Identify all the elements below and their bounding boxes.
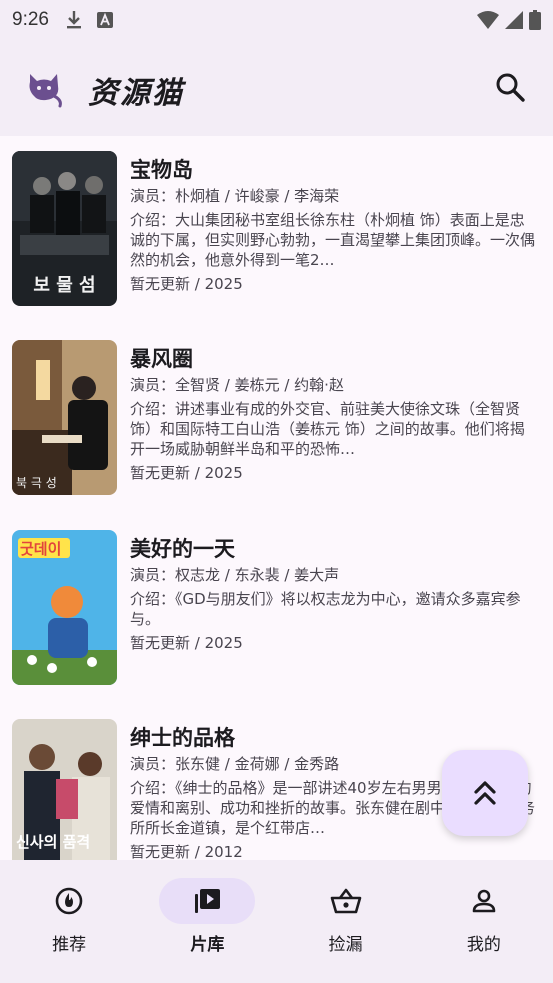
- nav-indicator: [436, 878, 532, 924]
- movie-title: 美好的一天: [130, 537, 235, 561]
- cat-logo-icon: [29, 74, 62, 108]
- nav-label: 我的: [466, 935, 501, 955]
- poster-caption: 보 물 섬: [33, 275, 96, 296]
- movie-item[interactable]: 북 극 성 暴风圈 演员：全智贤 / 姜栋元 / 约翰·赵 介绍：讲述事业有成的…: [0, 325, 553, 495]
- status-notification-icons: [65, 10, 113, 30]
- poster-caption: 북 극 성: [16, 476, 57, 490]
- font-icon: [96, 12, 113, 28]
- movie-meta: 暂无更新 / 2025: [130, 464, 243, 482]
- movie-info: 宝物岛 演员：朴炯植 / 许峻豪 / 李海荣 介绍：大山集团秘书室组长徐东柱（朴…: [130, 154, 535, 295]
- nav-label: 推荐: [52, 935, 87, 955]
- poster-caption: 신사의 품격: [16, 833, 91, 851]
- movie-poster: 북 극 성: [12, 340, 117, 495]
- movie-cast: 演员：全智贤 / 姜栋元 / 约翰·赵: [130, 376, 344, 394]
- nav-label: 捡漏: [328, 935, 363, 955]
- nav-label: 片库: [190, 935, 225, 955]
- app-bar: 资源猫: [0, 40, 553, 136]
- nav-item-bargain[interactable]: 捡漏: [277, 860, 415, 983]
- status-bar: 9:26: [0, 0, 553, 40]
- scroll-to-top-button[interactable]: [442, 750, 528, 836]
- status-time: 9:26: [12, 9, 49, 30]
- double-chevron-up-icon: [474, 781, 496, 805]
- movie-description: 介绍：讲述事业有成的外交官、前驻美大使徐文珠（全智贤 饰）和国际特工白山浩（姜栋…: [130, 400, 525, 458]
- nav-item-profile[interactable]: 我的: [415, 860, 553, 983]
- movie-meta: 暂无更新 / 2025: [130, 634, 243, 652]
- movie-cast: 演员：朴炯植 / 许峻豪 / 李海荣: [130, 187, 340, 205]
- movie-description: 介绍：《GD与朋友们》将以权志龙为中心，邀请众多嘉宾参与。: [130, 590, 521, 628]
- search-button[interactable]: [493, 70, 527, 104]
- movie-info: 美好的一天 演员：权志龙 / 东永裴 / 姜大声 介绍：《GD与朋友们》将以权志…: [130, 533, 535, 654]
- signal-icon: [505, 11, 523, 29]
- status-system-icons: [477, 10, 541, 30]
- movie-info: 暴风圈 演员：全智贤 / 姜栋元 / 约翰·赵 介绍：讲述事业有成的外交官、前驻…: [130, 343, 535, 484]
- app-title: 资源猫: [88, 76, 184, 111]
- basket-icon: [330, 888, 361, 914]
- movie-meta: 暂无更新 / 2025: [130, 275, 243, 293]
- movie-title: 暴风圈: [130, 347, 193, 371]
- person-icon: [472, 889, 496, 913]
- battery-icon: [529, 10, 541, 30]
- movie-meta: 暂无更新 / 2012: [130, 843, 243, 860]
- nav-indicator: [21, 878, 117, 924]
- recommend-icon: [55, 887, 83, 915]
- nav-indicator: [298, 878, 394, 924]
- movie-poster: 굿데이: [12, 530, 117, 685]
- movie-title: 宝物岛: [130, 158, 193, 182]
- movie-cast: 演员：权志龙 / 东永裴 / 姜大声: [130, 566, 340, 584]
- nav-indicator: [159, 878, 256, 924]
- movie-item[interactable]: 보 물 섬 宝物岛 演员：朴炯植 / 许峻豪 / 李海荣 介绍：大山集团秘书室组…: [0, 136, 553, 306]
- search-icon: [496, 73, 525, 102]
- wifi-icon: [477, 11, 499, 29]
- poster-caption: 굿데이: [20, 540, 62, 558]
- movie-poster: 신사의 품격: [12, 719, 117, 860]
- video-library-icon: [195, 889, 221, 913]
- movie-item[interactable]: 굿데이 美好的一天 演员：权志龙 / 东永裴 / 姜大声 介绍：《GD与朋友们》…: [0, 515, 553, 685]
- nav-item-recommend[interactable]: 推荐: [0, 860, 138, 983]
- bottom-navigation: 推荐 片库 捡漏 我的: [0, 860, 553, 983]
- movie-description: 介绍：大山集团秘书室组长徐东柱（朴炯植 饰）表面上是忠诚的下属，但实则野心勃勃，…: [130, 211, 535, 269]
- download-icon: [66, 11, 81, 29]
- nav-item-library[interactable]: 片库: [138, 860, 276, 983]
- movie-poster: 보 물 섬: [12, 151, 117, 306]
